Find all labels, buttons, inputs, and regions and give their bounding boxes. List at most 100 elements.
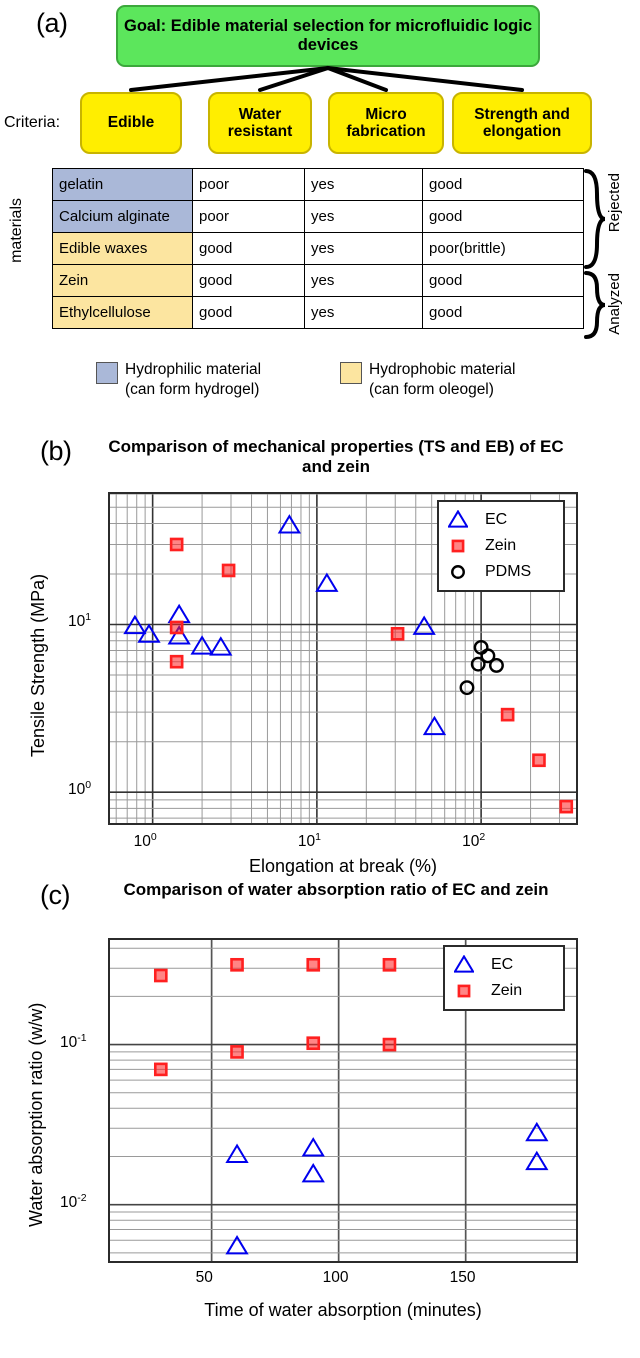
chart-c-yaxis-label: Water absorption ratio (w/w) (26, 1002, 46, 1228)
legend-hydrophobic: Hydrophobic material (can form oleogel) (340, 360, 515, 400)
data-point-marker (277, 514, 302, 534)
legend-entry-zein: Zein (451, 978, 553, 1004)
data-point-marker (457, 984, 471, 998)
table-cell: poor (192, 200, 305, 233)
chart-b-xaxis-label: Elongation at break (%) (248, 856, 438, 876)
brace-rejected: Rejected (584, 169, 623, 274)
material-name-cell: Calcium alginate (52, 200, 193, 233)
legend-entry-zein: Zein (445, 533, 553, 559)
chart-b-title: Comparison of mechanical properties (TS … (108, 437, 564, 477)
data-point-marker (459, 680, 475, 696)
materials-axis-label: materials (8, 198, 25, 263)
chart-b-xtick: 102 (462, 831, 486, 851)
table-cell: good (422, 296, 584, 329)
data-point-marker (422, 715, 447, 736)
triangle-marker-icon (445, 510, 471, 530)
data-point-marker (169, 537, 184, 552)
panel-b-letter: (b) (40, 436, 72, 466)
data-point-marker (451, 539, 465, 553)
data-point-marker (230, 957, 244, 972)
legend-hydrophilic-line1: Hydrophilic material (125, 361, 262, 378)
chart-c-legend: EC Zein (443, 945, 565, 1011)
legend-label: EC (485, 511, 508, 528)
square-marker-icon (445, 536, 471, 556)
table-cell: yes (304, 296, 423, 329)
data-point-marker (190, 635, 214, 655)
tree-connector-lines (129, 66, 524, 92)
circle-marker-icon (445, 562, 471, 582)
table-cell: yes (304, 200, 423, 233)
triangle-marker-icon (451, 955, 477, 975)
data-point-marker (382, 1037, 397, 1052)
legend-entry-ec: EC (451, 952, 553, 978)
data-point-marker (470, 656, 486, 672)
panel-a-material-selection-diagram: (a) Goal: Edible material selection for … (0, 0, 640, 432)
legend-hydrophobic-text: Hydrophobic material (can form oleogel) (369, 360, 515, 400)
table-cell: good (422, 264, 584, 297)
material-name-cell: Edible waxes (52, 232, 193, 265)
chart-b-yaxis-label: Tensile Strength (MPa) (28, 573, 48, 757)
table-row: gelatin poor yes good (52, 168, 584, 201)
chart-c-xaxis-label: Time of water absorption (minutes) (204, 1300, 482, 1320)
data-point-marker (306, 1036, 321, 1051)
legend-hydrophilic: Hydrophilic material (can form hydrogel) (96, 360, 261, 400)
data-point-marker (382, 957, 397, 972)
table-row: Zein good yes good (52, 264, 584, 297)
legend-hydrophilic-text: Hydrophilic material (can form hydrogel) (125, 360, 261, 400)
chart-b-xtick: 100 (133, 831, 157, 851)
legend-label: Zein (485, 537, 517, 554)
data-point-marker (221, 563, 236, 578)
chart-b-ytick: 101 (68, 611, 92, 631)
chart-c-xtick: 50 (195, 1269, 213, 1286)
material-name-cell: Zein (52, 264, 193, 297)
data-point-marker (489, 657, 504, 673)
table-row: Calcium alginate poor yes good (52, 200, 584, 233)
data-point-marker (123, 614, 147, 635)
chart-c-xtick: 100 (322, 1269, 349, 1286)
data-point-marker (306, 957, 321, 972)
data-point-marker (500, 707, 515, 722)
legend-hydrophobic-line1: Hydrophobic material (369, 361, 516, 378)
legend-label: PDMS (485, 563, 532, 580)
legend-entry-pdms: PDMS (445, 559, 553, 585)
data-point-marker (532, 753, 546, 768)
brace-analyzed-label: Analyzed (606, 273, 623, 335)
data-point-marker (525, 1150, 549, 1171)
material-name-cell: Ethylcellulose (52, 296, 193, 329)
data-point-marker (225, 1143, 249, 1163)
table-cell: poor (192, 168, 305, 201)
swatch-hydrophobic-icon (340, 362, 362, 384)
data-point-marker (301, 1162, 325, 1183)
data-point-marker (167, 603, 191, 624)
legend-label: Zein (491, 982, 523, 999)
legend-label: EC (491, 956, 514, 973)
data-point-marker (448, 510, 468, 528)
table-cell: poor(brittle) (422, 232, 584, 265)
table-row: Edible waxes good yes poor(brittle) (52, 232, 584, 265)
brace-rejected-label: Rejected (606, 173, 623, 233)
data-point-marker (209, 636, 233, 656)
data-point-marker (559, 799, 574, 814)
legend-hydrophilic-line2: (can form hydrogel) (125, 380, 260, 398)
table-cell: good (422, 200, 584, 233)
chart-b-ytick: 100 (68, 779, 92, 799)
criteria-box-water-resistant: Water resistant (208, 92, 312, 154)
chart-b-legend: EC Zein PDMS (437, 500, 565, 592)
data-point-marker (390, 626, 405, 641)
legend-entry-ec: EC (445, 507, 553, 533)
table-cell: yes (304, 168, 423, 201)
criteria-box-edible: Edible (80, 92, 182, 154)
table-cell: good (192, 296, 305, 329)
chart-c-xtick: 150 (449, 1269, 476, 1286)
square-marker-icon (451, 981, 477, 1001)
data-point-marker (153, 968, 168, 983)
data-point-marker (473, 639, 489, 655)
table-cell: good (422, 168, 584, 201)
chart-b-xtick: 101 (297, 831, 321, 851)
chart-c-title: Comparison of water absorption ratio of … (123, 880, 549, 899)
material-name-cell: gelatin (52, 168, 193, 201)
chart-c-ytick: 10-1 (60, 1031, 87, 1051)
data-point-marker (169, 654, 184, 669)
data-point-marker (301, 1137, 325, 1157)
data-point-marker (169, 620, 184, 635)
